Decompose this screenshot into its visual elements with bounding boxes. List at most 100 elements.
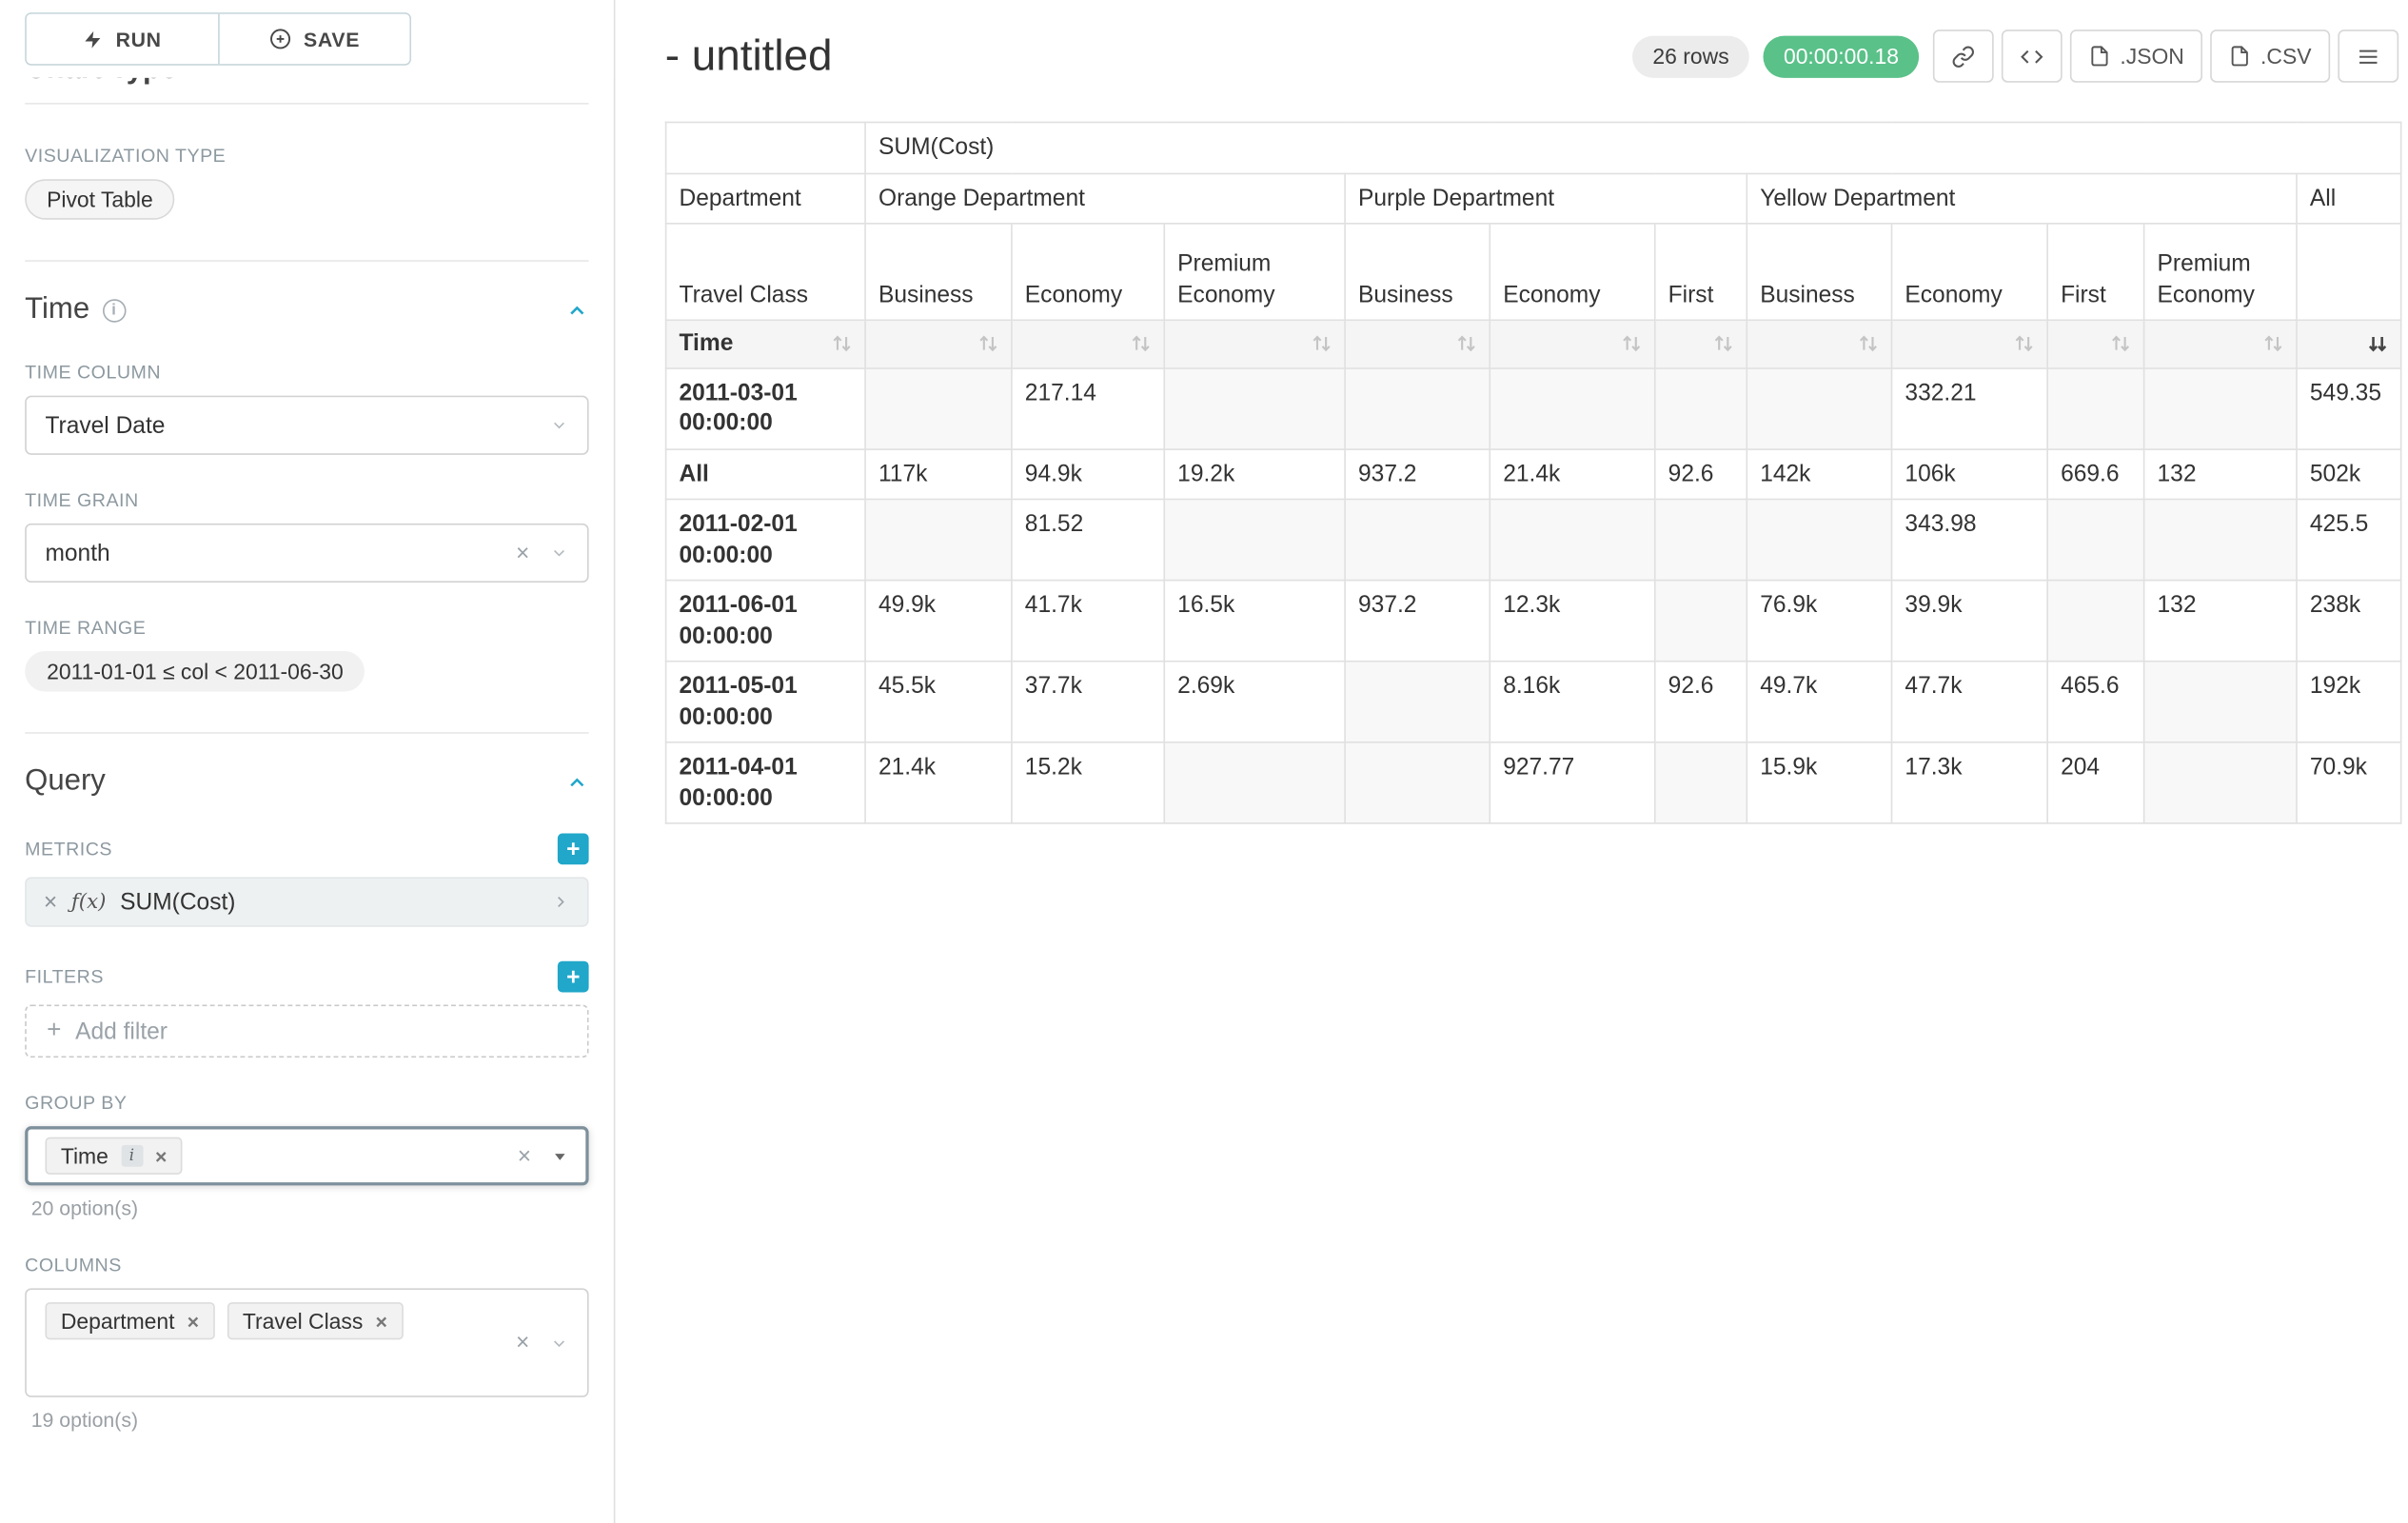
sort-header-cell[interactable] (2297, 320, 2401, 367)
pivot-cell (1164, 499, 1345, 580)
add-metric-button[interactable]: + (558, 834, 589, 865)
pivot-cell (2144, 662, 2297, 742)
pivot-cell (1164, 367, 1345, 448)
row-header: 2011-02-01 00:00:00 (666, 499, 865, 580)
pivot-cell: 502k (2297, 448, 2401, 499)
chevron-down-icon[interactable] (550, 544, 569, 563)
column-header: Premium Economy (1164, 224, 1345, 320)
chevron-down-icon[interactable] (550, 416, 569, 435)
header-controls: 26 rows 00:00:00.18 .JSON .CSV (1632, 30, 2398, 83)
save-button[interactable]: SAVE (218, 14, 409, 64)
sort-icon (1312, 334, 1332, 354)
export-csv-button[interactable]: .CSV (2211, 30, 2330, 83)
export-json-button[interactable]: .JSON (2070, 30, 2202, 83)
pivot-cell: 8.16k (1490, 662, 1654, 742)
chevron-up-icon[interactable] (565, 298, 589, 322)
copy-link-button[interactable] (1933, 30, 1994, 83)
pivot-cell: 465.6 (2047, 662, 2143, 742)
sort-header-cell[interactable] (1655, 320, 1747, 367)
time-sort-cell[interactable]: Time (666, 320, 865, 367)
travel-class-label-cell: Travel Class (666, 224, 865, 320)
time-range-pill[interactable]: 2011-01-01 ≤ col < 2011-06-30 (25, 651, 365, 692)
pivot-cell: 117k (865, 448, 1012, 499)
remove-chip-icon[interactable]: × (188, 1311, 199, 1331)
pivot-cell: 16.5k (1164, 581, 1345, 662)
sort-header-cell[interactable] (1892, 320, 2048, 367)
pivot-cell: 204 (2047, 742, 2143, 823)
group-by-options-hint: 20 option(s) (31, 1197, 589, 1220)
column-group-header: All (2297, 173, 2401, 224)
pivot-cell: 2.69k (1164, 662, 1345, 742)
filters-label: FILTERS (25, 966, 104, 988)
column-info-icon: i (121, 1145, 143, 1167)
pivot-row: 2011-06-01 00:00:0049.9k41.7k16.5k937.21… (666, 581, 2401, 662)
divider (25, 732, 588, 734)
metric-chip[interactable]: × ƒ(x) SUM(Cost) (25, 877, 588, 926)
metrics-control: METRICS + × ƒ(x) SUM(Cost) (25, 834, 588, 927)
sort-header-cell[interactable] (1012, 320, 1164, 367)
sort-icon (1456, 334, 1476, 354)
metric-header-row: SUM(Cost) (666, 122, 2401, 172)
sort-header-cell[interactable] (1345, 320, 1490, 367)
sort-header-cell[interactable] (1164, 320, 1345, 367)
pivot-cell (2047, 581, 2143, 662)
sort-header-cell[interactable] (2144, 320, 2297, 367)
metrics-label: METRICS (25, 838, 112, 860)
pivot-cell (865, 499, 1012, 580)
pivot-cell: 12.3k (1490, 581, 1654, 662)
pivot-cell: 238k (2297, 581, 2401, 662)
clear-icon[interactable]: × (516, 542, 529, 565)
pivot-cell: 49.7k (1747, 662, 1891, 742)
time-grain-select[interactable]: month × (25, 524, 588, 583)
caret-down-icon[interactable] (551, 1147, 568, 1164)
group-by-select[interactable]: Time i × × (25, 1126, 588, 1185)
group-by-chip-time[interactable]: Time i × (45, 1137, 182, 1175)
run-button[interactable]: RUN (27, 14, 218, 64)
columns-chip-travel-class[interactable]: Travel Class × (227, 1302, 404, 1339)
column-header: Business (1345, 224, 1490, 320)
time-column-select[interactable]: Travel Date (25, 396, 588, 455)
time-section-header[interactable]: Time i (25, 293, 588, 327)
menu-button[interactable] (2338, 30, 2398, 83)
app-root: RUN SAVE Chart Type VISUALIZATION TYPE P… (0, 0, 2408, 1523)
pivot-cell (1345, 662, 1490, 742)
sort-header-cell[interactable] (865, 320, 1012, 367)
lightning-icon (83, 29, 103, 49)
time-range-label: TIME RANGE (25, 617, 588, 639)
pivot-table-container: SUM(Cost)DepartmentOrange DepartmentPurp… (665, 122, 2398, 824)
remove-chip-icon[interactable]: × (155, 1146, 167, 1166)
columns-select[interactable]: Department × Travel Class × × (25, 1288, 588, 1397)
remove-metric-icon[interactable]: × (44, 890, 57, 914)
query-section-header[interactable]: Query (25, 765, 588, 800)
column-header: Economy (1892, 224, 2048, 320)
pivot-cell (2144, 367, 2297, 448)
visualization-type-pill[interactable]: Pivot Table (25, 179, 174, 220)
pivot-cell: 217.14 (1012, 367, 1164, 448)
run-label: RUN (116, 28, 162, 51)
chip-label: Time (61, 1143, 109, 1168)
clear-icon[interactable]: × (516, 1331, 529, 1355)
chip-label: Department (61, 1309, 175, 1334)
pivot-cell (2047, 367, 2143, 448)
sort-header-cell[interactable] (2047, 320, 2143, 367)
pivot-cell (1655, 367, 1747, 448)
sort-row: Time (666, 320, 2401, 367)
remove-chip-icon[interactable]: × (375, 1311, 386, 1331)
add-filter-button[interactable]: + Add filter (25, 1005, 588, 1058)
chart-header: - untitled 26 rows 00:00:00.18 .JSON (665, 0, 2398, 100)
sort-icon (1131, 334, 1151, 354)
chevron-down-icon[interactable] (550, 1334, 569, 1353)
chevron-up-icon[interactable] (565, 770, 589, 794)
pivot-row: 2011-04-01 00:00:0021.4k15.2k927.7715.9k… (666, 742, 2401, 823)
pivot-row: 2011-05-01 00:00:0045.5k37.7k2.69k8.16k9… (666, 662, 2401, 742)
sort-header-cell[interactable] (1747, 320, 1891, 367)
pivot-cell: 41.7k (1012, 581, 1164, 662)
clear-icon[interactable]: × (518, 1144, 531, 1168)
view-query-button[interactable] (2002, 30, 2063, 83)
columns-chip-department[interactable]: Department × (45, 1302, 214, 1339)
pivot-row: All117k94.9k19.2k937.221.4k92.6142k106k6… (666, 448, 2401, 499)
metric-name: SUM(Cost) (120, 889, 235, 916)
export-csv-label: .CSV (2260, 44, 2311, 69)
add-filter-plus-button[interactable]: + (558, 961, 589, 993)
sort-header-cell[interactable] (1490, 320, 1654, 367)
